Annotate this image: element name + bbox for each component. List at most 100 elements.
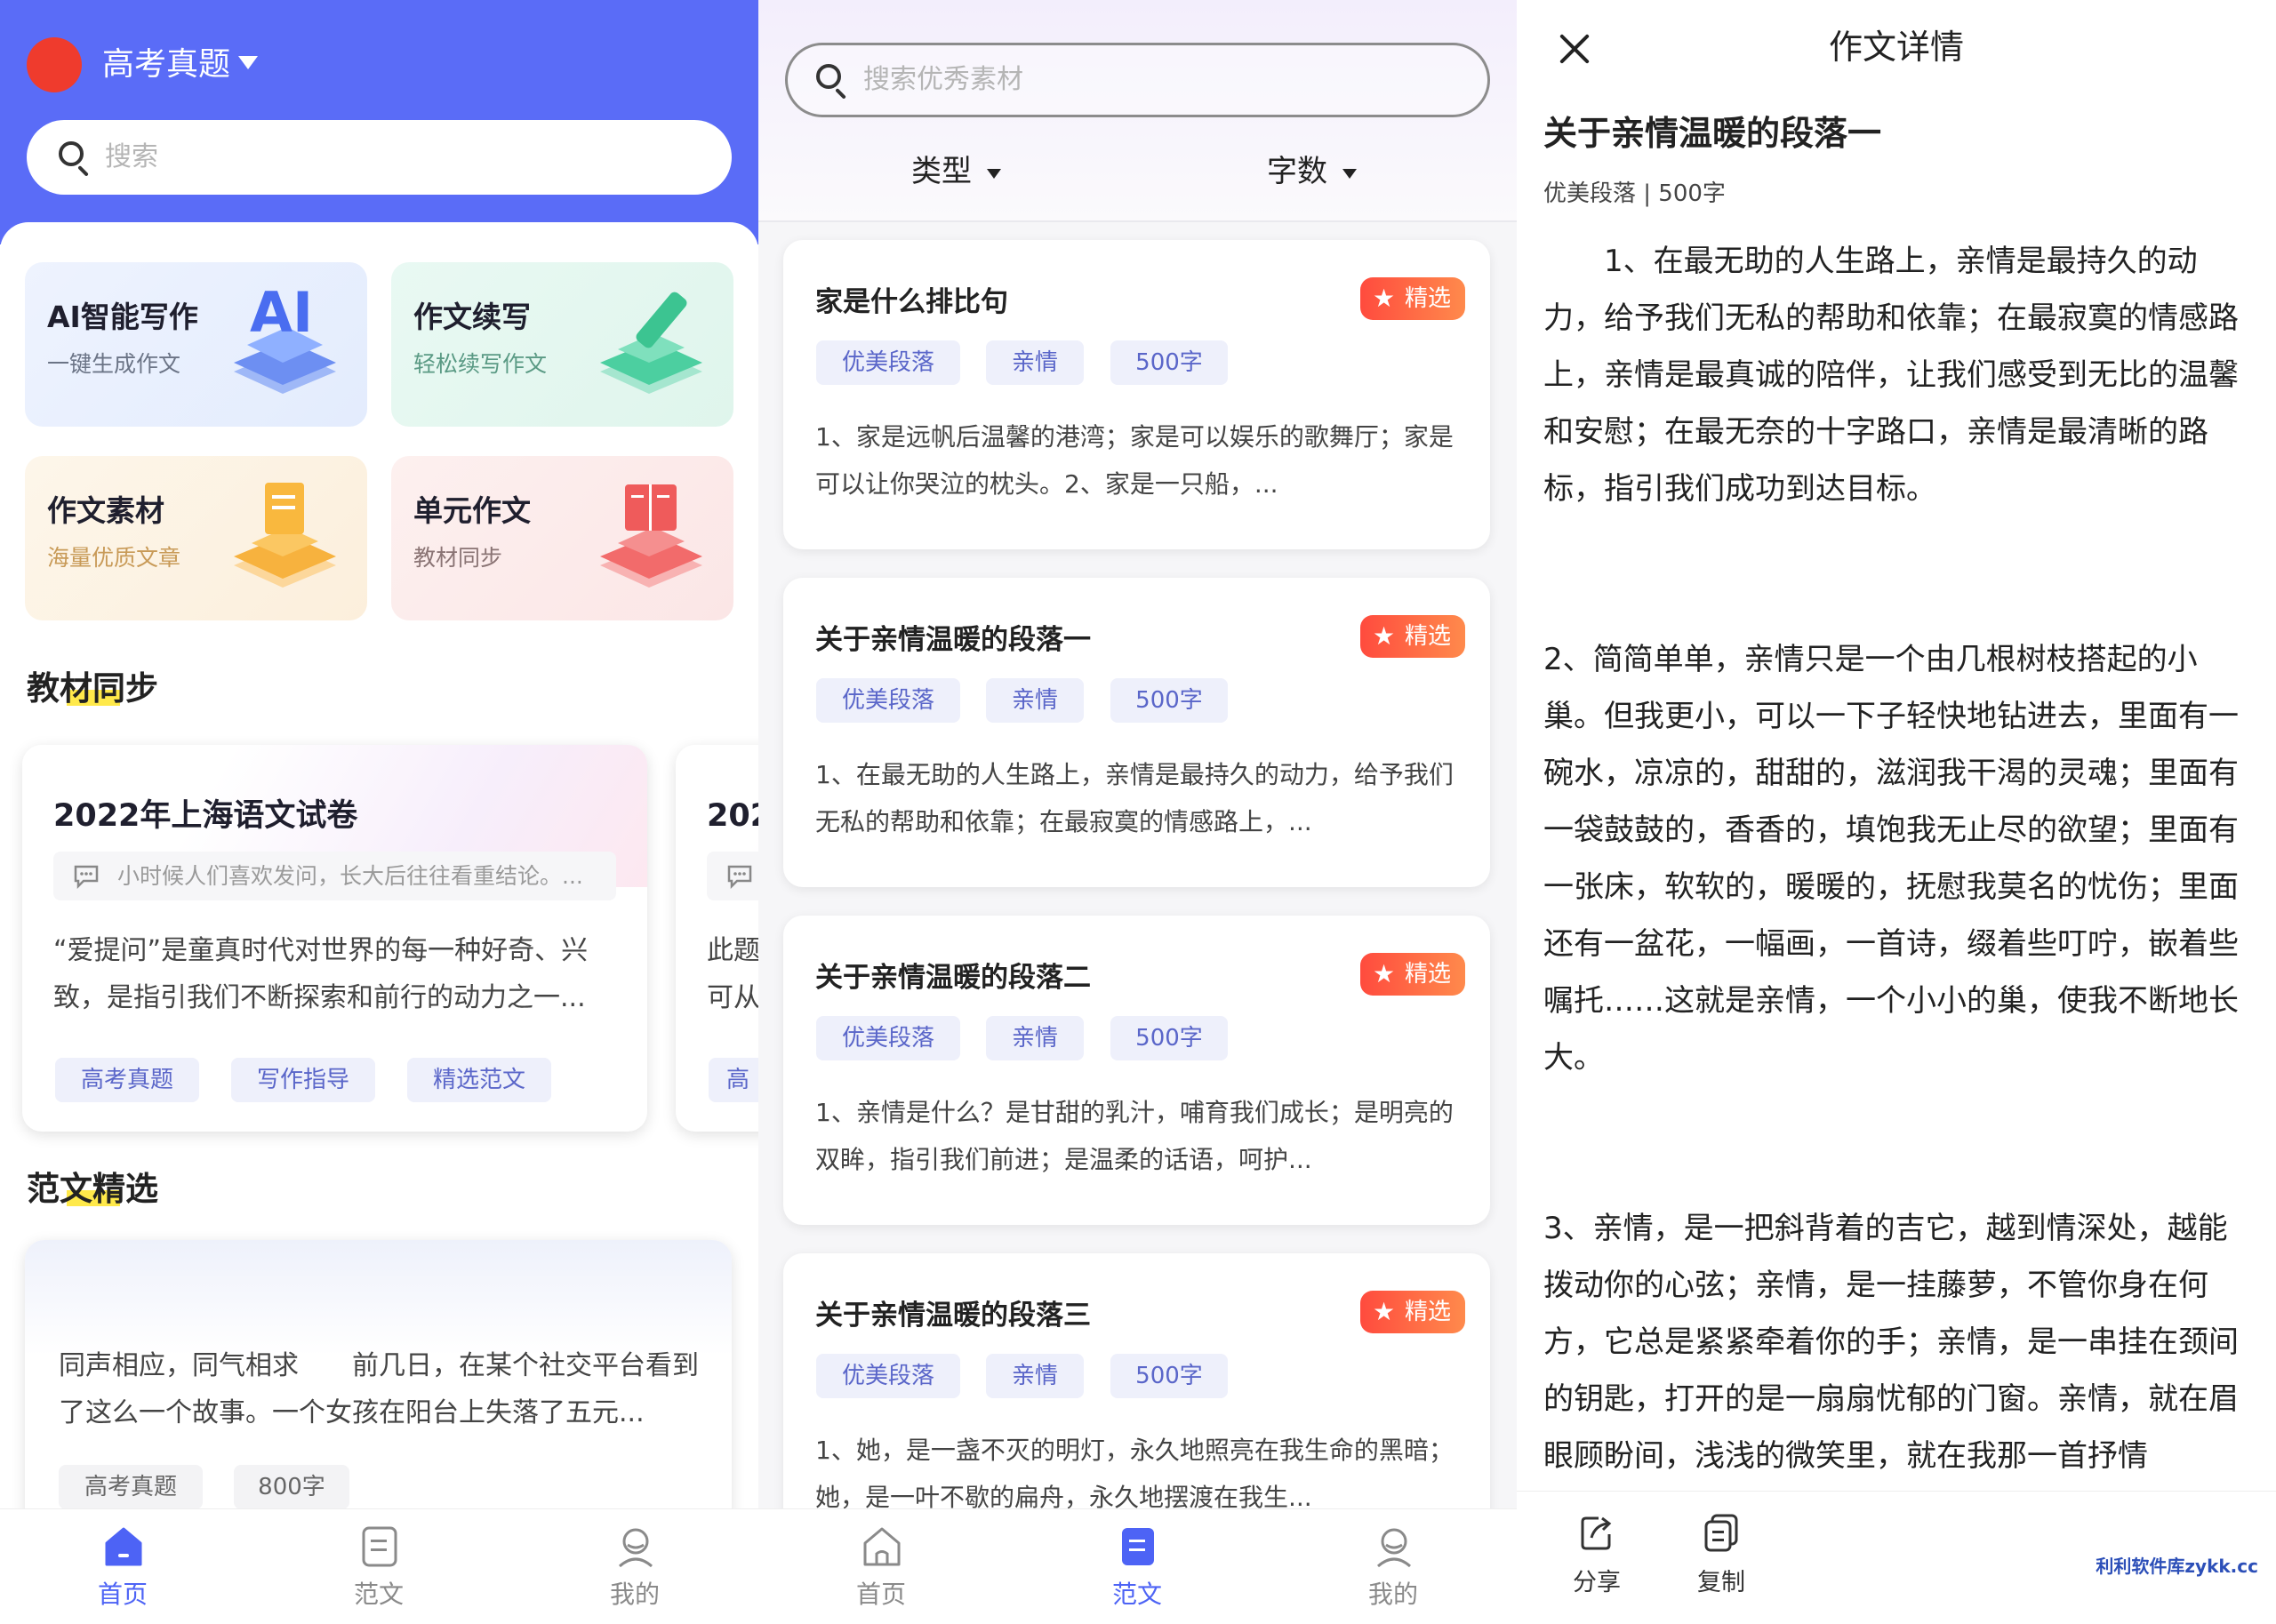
tag[interactable]: 高考真题	[55, 1058, 199, 1102]
tag: 800字	[234, 1465, 349, 1509]
essay-card[interactable]: 同声相应，同气相求 前几日，在某个社交平台看到了这么一个故事。一个女孩在阳台上失…	[25, 1240, 732, 1533]
quote-box	[707, 852, 758, 900]
textbook-card[interactable]: 202 此题 可从 高	[676, 745, 758, 1132]
comment-icon	[727, 865, 752, 889]
list-item[interactable]: 关于亲情温暖的段落一 ★ 精选 优美段落 亲情 500字 1、在最无助的人生路上，…	[783, 578, 1490, 887]
tab-home[interactable]: 首页	[792, 1509, 970, 1624]
list-item[interactable]: 关于亲情温暖的段落二 ★ 精选 优美段落 亲情 500字 1、亲情是什么？是甘甜的…	[783, 916, 1490, 1225]
essay-detail-screen: 作文详情 关于亲情温暖的段落一 优美段落 | 500字 1、在最无助的人生路上，…	[1517, 0, 2276, 1624]
essay-paragraph: 2、简简单单，亲情只是一个由几根树枝搭起的小巢。但我更小，可以一下子轻快地钻进去…	[1543, 642, 2239, 1076]
item-excerpt: 1、亲情是什么？是甘甜的乳汁，哺育我们成长；是明亮的双眸，指引我们前进；是温柔的…	[815, 1098, 1454, 1174]
feature-title: 作文续写	[413, 300, 531, 334]
svg-text:AI: AI	[250, 280, 313, 345]
feature-subtitle: 教材同步	[413, 545, 503, 571]
tab-essays[interactable]: 范文	[290, 1509, 468, 1624]
tab-profile[interactable]: 我的	[1304, 1509, 1482, 1624]
list-item[interactable]: 家是什么排比句 ★ 精选 优美段落 亲情 500字 1、家是远帆后温馨的港湾；家是…	[783, 240, 1490, 549]
tag[interactable]: 高	[709, 1058, 758, 1102]
caret-down-icon	[987, 169, 1001, 179]
tab-label: 首页	[97, 1580, 148, 1609]
item-excerpt: 1、在最无助的人生路上，亲情是最持久的动力，给予我们无私的帮助和依靠；在最寂寞的…	[815, 760, 1454, 836]
filter-word-count[interactable]: 字数	[1267, 151, 1357, 192]
textbook-card[interactable]: 2022年上海语文试卷 小时候人们喜欢发问，长大后往往看重结论。... “爱提问…	[22, 745, 647, 1132]
feature-title: 作文素材	[47, 493, 164, 528]
star-icon: ★	[1372, 959, 1396, 988]
tag: 优美段落	[816, 1354, 960, 1398]
feature-materials[interactable]: 作文素材 海量优质文章	[25, 456, 367, 620]
home-body: AI智能写作 一键生成作文 AI 作文续写 轻松续写作文 作文素材 海量优质文章	[0, 222, 758, 1624]
featured-badge: ★ 精选	[1359, 953, 1465, 996]
item-title: 关于亲情温暖的段落三	[815, 1300, 1091, 1332]
card-title: 202	[707, 798, 758, 834]
tag: 亲情	[986, 340, 1084, 385]
action-label: 复制	[1697, 1569, 1745, 1596]
feature-title: 单元作文	[413, 493, 531, 528]
tab-profile[interactable]: 我的	[546, 1509, 724, 1624]
card-excerpt: 可从	[707, 982, 758, 1013]
page-title: 作文详情	[1828, 28, 1964, 67]
list-header: 搜索优秀素材 类型 字数	[758, 0, 1517, 222]
essay-list-screen: 搜索优秀素材 类型 字数 家是什么排比句 ★ 精选 优美段落 亲情 500字 1、…	[758, 0, 1517, 1624]
essay-title: 关于亲情温暖的段落一	[1543, 114, 1882, 153]
tag: 亲情	[986, 1354, 1084, 1398]
tab-label: 首页	[855, 1580, 906, 1609]
essay-paragraph: 1、在最无助的人生路上，亲情是最持久的动力，给予我们无私的帮助和依靠；在最寂寞的…	[1543, 244, 2239, 507]
star-icon: ★	[1372, 284, 1396, 313]
document-icon	[362, 1526, 397, 1567]
share-icon	[1581, 1516, 1612, 1550]
section-title-textbook: 教材同步	[27, 669, 158, 708]
comment-icon	[74, 865, 99, 889]
tab-home[interactable]: 首页	[34, 1509, 212, 1624]
copy-button[interactable]: 复制	[1677, 1492, 1766, 1624]
user-icon	[1377, 1528, 1411, 1568]
search-placeholder: 搜索优秀素材	[863, 64, 1023, 95]
user-icon	[619, 1528, 653, 1568]
document-icon	[234, 483, 336, 588]
filter-label: 类型	[911, 154, 972, 189]
tab-label: 我的	[1367, 1580, 1418, 1609]
tag: 优美段落	[816, 340, 960, 385]
feature-title: AI智能写作	[47, 300, 198, 334]
feature-ai-writing[interactable]: AI智能写作 一键生成作文 AI	[25, 262, 367, 427]
star-icon: ★	[1372, 1297, 1396, 1326]
feature-subtitle: 海量优质文章	[47, 545, 181, 571]
feature-unit-essay[interactable]: 单元作文 教材同步	[391, 456, 733, 620]
pen-icon	[600, 292, 702, 394]
ai-icon: AI	[234, 280, 336, 394]
watermark: 利利软件库zykk.cc	[2096, 1556, 2258, 1577]
search-input[interactable]: 搜索优秀素材	[785, 43, 1490, 117]
featured-badge: ★ 精选	[1359, 1291, 1465, 1333]
tab-label: 范文	[1111, 1580, 1162, 1609]
filter-type[interactable]: 类型	[911, 151, 1001, 192]
quote-box: 小时候人们喜欢发问，长大后往往看重结论。...	[53, 852, 616, 900]
tab-essays[interactable]: 范文	[1048, 1509, 1226, 1624]
quote-text: 小时候人们喜欢发问，长大后往往看重结论。...	[117, 863, 583, 889]
tag: 500字	[1110, 1354, 1228, 1398]
tag: 500字	[1110, 678, 1228, 723]
tag[interactable]: 写作指导	[231, 1058, 375, 1102]
card-gradient	[25, 1240, 732, 1356]
home-icon	[105, 1527, 142, 1566]
exam-selector-label[interactable]: 高考真题	[102, 43, 230, 87]
feature-continue-writing[interactable]: 作文续写 轻松续写作文	[391, 262, 733, 427]
home-header: 高考真题 搜索	[0, 0, 758, 244]
section-title-essays: 范文精选	[27, 1170, 158, 1208]
document-icon	[1122, 1528, 1154, 1565]
tag: 500字	[1110, 340, 1228, 385]
avatar[interactable]	[27, 37, 82, 92]
search-input[interactable]: 搜索	[27, 120, 732, 195]
divider	[758, 220, 1517, 222]
item-title: 关于亲情温暖的段落二	[815, 962, 1091, 994]
card-excerpt: “爱提问”是童真时代对世界的每一种好奇、兴致，是指引我们不断探索和前行的动力之一…	[53, 935, 589, 1013]
tag[interactable]: 精选范文	[407, 1058, 551, 1102]
search-placeholder: 搜索	[105, 141, 158, 172]
item-title: 关于亲情温暖的段落一	[815, 624, 1091, 656]
tag: 高考真题	[59, 1465, 203, 1509]
tab-label: 我的	[609, 1580, 660, 1609]
star-icon: ★	[1372, 621, 1396, 651]
bottom-tab-bar: 首页 范文 我的	[758, 1508, 1517, 1624]
caret-down-icon[interactable]	[238, 56, 258, 69]
caret-down-icon	[1342, 169, 1357, 179]
share-button[interactable]: 分享	[1552, 1492, 1641, 1624]
item-excerpt: 1、她，是一盏不灭的明灯，永久地照亮在我生命的黑暗；她，是一叶不歇的扁舟，永久地…	[815, 1436, 1454, 1512]
